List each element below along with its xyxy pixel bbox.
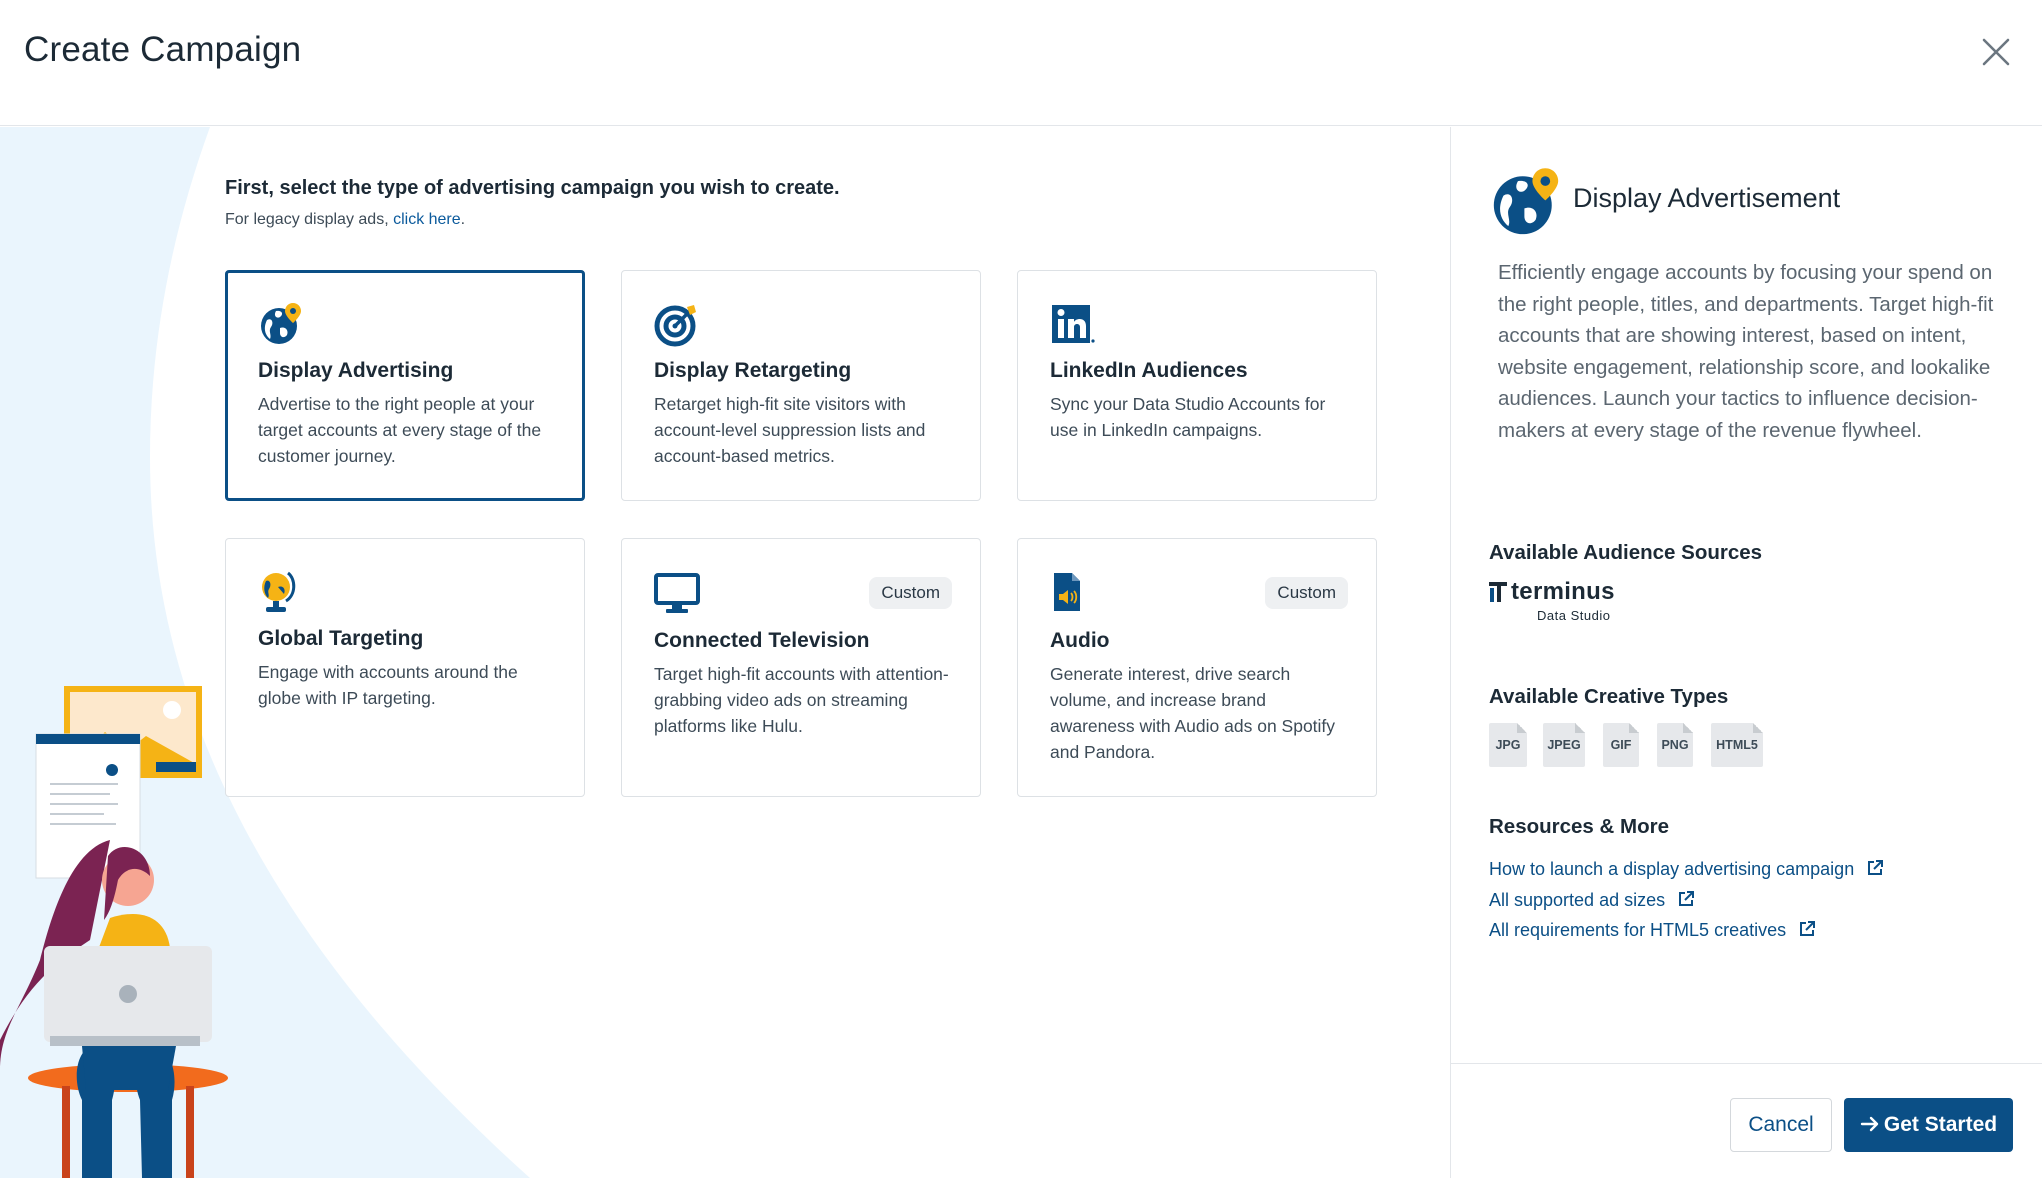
card-title: Display Advertising bbox=[258, 359, 454, 382]
custom-badge: Custom bbox=[869, 577, 952, 609]
logo-subtitle: Data Studio bbox=[1537, 608, 1611, 623]
legacy-note: For legacy display ads, click here. bbox=[225, 211, 465, 229]
resource-links: How to launch a display advertising camp… bbox=[1489, 854, 1884, 946]
resources-heading: Resources & More bbox=[1489, 815, 1670, 838]
file-type-html5: HTML5 bbox=[1711, 723, 1763, 767]
card-title: Global Targeting bbox=[258, 627, 424, 650]
panel-description: Efficiently engage accounts by focusing … bbox=[1498, 261, 1994, 442]
card-description: Engage with accounts around the globe wi… bbox=[258, 662, 518, 708]
terminus-logo: terminus Data Studio bbox=[1489, 578, 1619, 628]
card-title: LinkedIn Audiences bbox=[1050, 359, 1248, 382]
panel-title: Display Advertisement bbox=[1573, 183, 1841, 213]
get-started-button[interactable]: Get Started bbox=[1844, 1098, 2013, 1152]
modal-header: Create Campaign bbox=[0, 0, 2042, 126]
get-started-label: Get Started bbox=[1883, 1113, 1998, 1136]
external-link-icon bbox=[1679, 890, 1695, 906]
card-display-retargeting[interactable]: Display Retargeting Retarget high-fit si… bbox=[621, 270, 981, 501]
close-icon[interactable] bbox=[1978, 34, 2014, 70]
page-title: Create Campaign bbox=[24, 30, 302, 69]
card-linkedin-audiences[interactable]: LinkedIn Audiences Sync your Data Studio… bbox=[1017, 270, 1377, 501]
target-icon bbox=[654, 301, 700, 347]
legacy-suffix: . bbox=[460, 211, 466, 228]
campaign-type-selector: First, select the type of advertising ca… bbox=[0, 127, 1450, 1178]
card-audio[interactable]: Custom Audio Generate interest, drive se… bbox=[1017, 538, 1377, 797]
intro-heading: First, select the type of advertising ca… bbox=[225, 177, 840, 199]
legacy-prefix: For legacy display ads, bbox=[225, 211, 394, 228]
monitor-icon bbox=[654, 569, 700, 615]
terminus-mark-icon bbox=[1489, 582, 1507, 602]
card-display-advertising[interactable]: Display Advertising Advertise to the rig… bbox=[225, 270, 585, 501]
globe-pin-icon bbox=[1489, 165, 1563, 239]
legacy-link[interactable]: click here bbox=[393, 211, 461, 228]
card-title: Connected Television bbox=[654, 629, 870, 652]
logo-wordmark: terminus bbox=[1511, 578, 1615, 605]
globe-pin-icon bbox=[258, 301, 304, 347]
card-description: Retarget high-fit site visitors with acc… bbox=[654, 394, 926, 466]
card-title: Display Retargeting bbox=[654, 359, 852, 382]
audio-file-icon bbox=[1050, 569, 1096, 615]
linkedin-icon bbox=[1050, 301, 1096, 347]
resource-link-ad-sizes[interactable]: All supported ad sizes bbox=[1489, 885, 1884, 916]
file-type-jpeg: JPEG bbox=[1543, 723, 1585, 767]
file-type-jpg: JPG bbox=[1489, 723, 1527, 767]
cancel-button[interactable]: Cancel bbox=[1730, 1098, 1832, 1152]
resource-link-label: All supported ad sizes bbox=[1489, 889, 1666, 910]
panel-footer: Cancel Get Started bbox=[1451, 1063, 2042, 1178]
creative-types-heading: Available Creative Types bbox=[1489, 685, 1729, 708]
card-description: Sync your Data Studio Accounts for use i… bbox=[1050, 394, 1326, 440]
card-title: Audio bbox=[1050, 629, 1110, 652]
desk-globe-icon bbox=[258, 569, 304, 615]
card-description: Generate interest, drive search volume, … bbox=[1050, 664, 1336, 762]
card-global-targeting[interactable]: Global Targeting Engage with accounts ar… bbox=[225, 538, 585, 797]
audience-sources-heading: Available Audience Sources bbox=[1489, 541, 1763, 564]
resource-link-label: All requirements for HTML5 creatives bbox=[1489, 920, 1787, 940]
card-connected-television[interactable]: Custom Connected Television Target high-… bbox=[621, 538, 981, 797]
resource-link-label: How to launch a display advertising camp… bbox=[1489, 859, 1855, 879]
arrow-right-icon bbox=[1860, 1116, 1879, 1132]
file-type-png: PNG bbox=[1657, 723, 1693, 767]
file-type-gif: GIF bbox=[1603, 723, 1639, 767]
external-link-icon bbox=[1800, 921, 1816, 936]
custom-badge: Custom bbox=[1265, 577, 1348, 609]
campaign-detail-panel: Display Advertisement Efficiently engage… bbox=[1450, 127, 2042, 1178]
card-description: Target high-fit accounts with attention-… bbox=[654, 664, 949, 736]
external-link-icon bbox=[1868, 860, 1884, 875]
resource-link-html5-requirements[interactable]: All requirements for HTML5 creatives bbox=[1489, 915, 1884, 946]
resource-link-launch-campaign[interactable]: How to launch a display advertising camp… bbox=[1489, 854, 1884, 885]
card-description: Advertise to the right people at your ta… bbox=[258, 394, 542, 466]
